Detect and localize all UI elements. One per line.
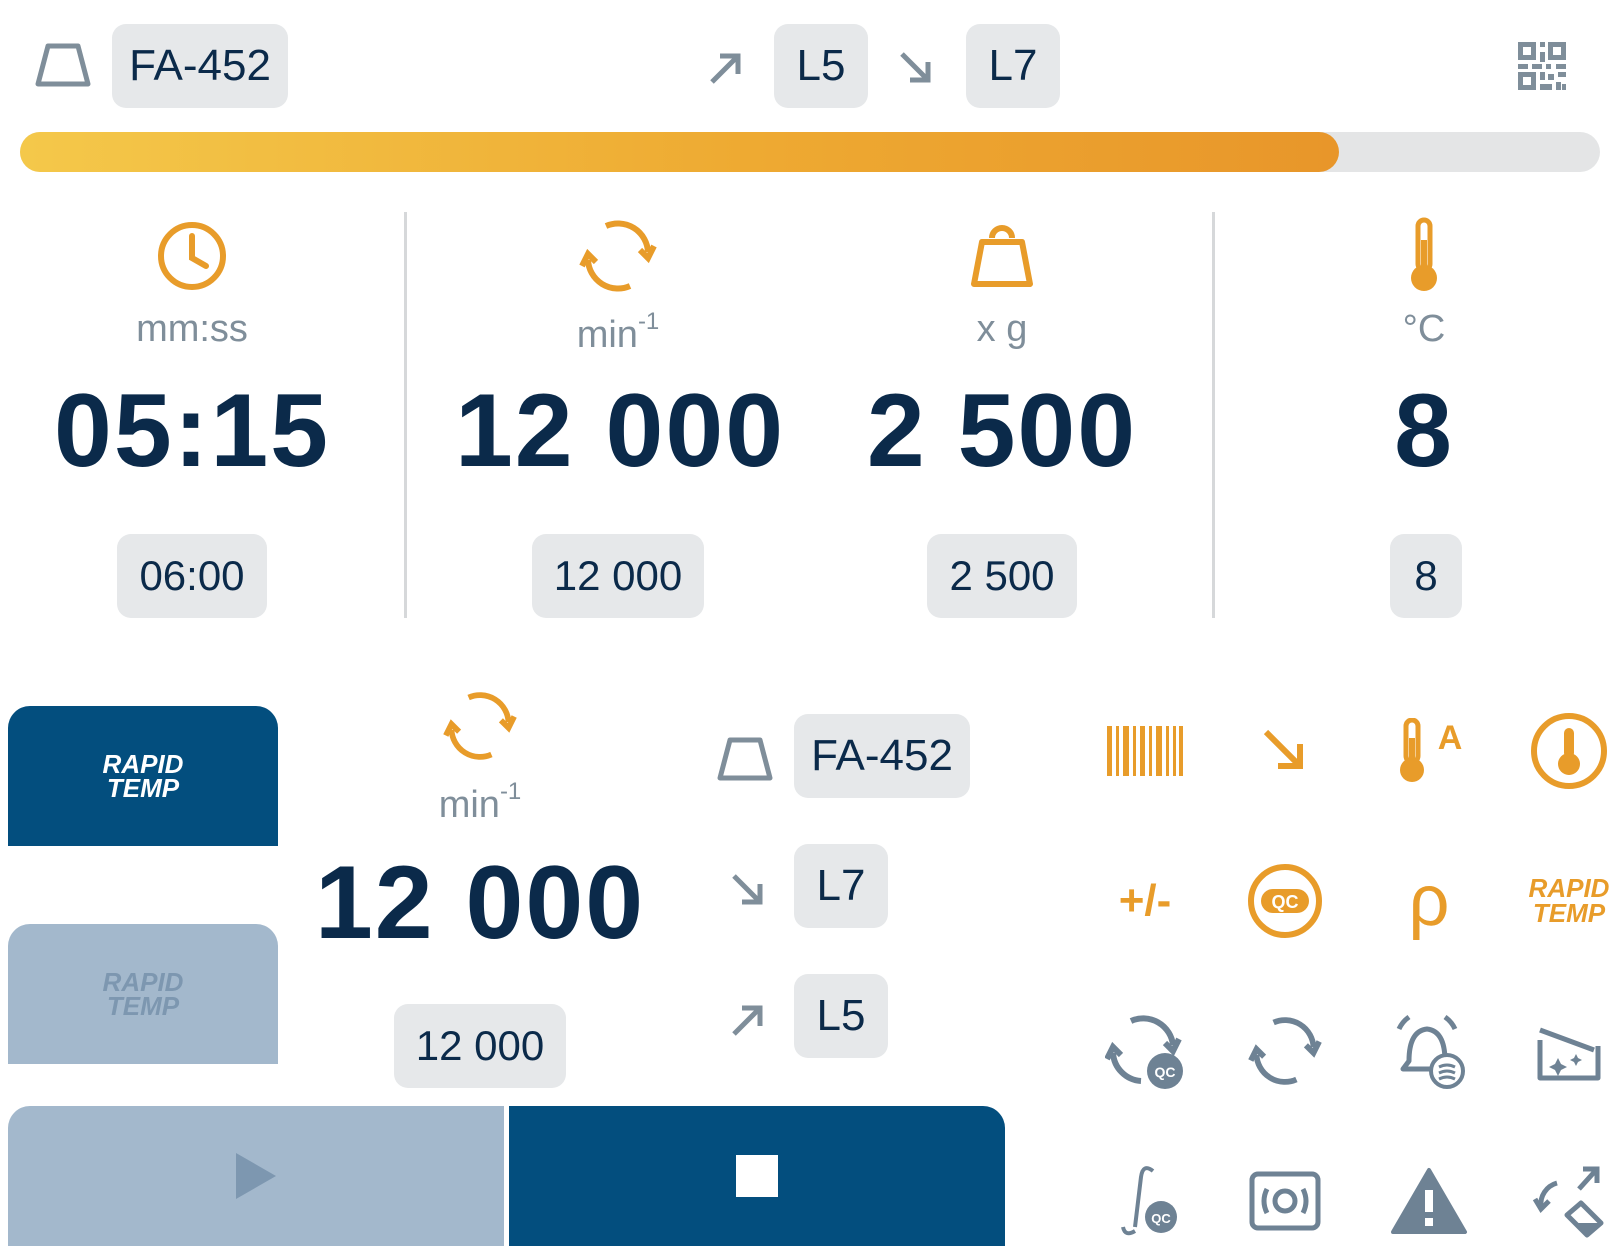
- rotation-qc-text: QC: [1155, 1064, 1176, 1080]
- lower-speed-unit: min-1: [438, 778, 522, 826]
- rapid-temp-icon[interactable]: RAPID TEMP: [1524, 856, 1614, 946]
- density-label: ρ: [1408, 861, 1450, 941]
- lower-speed-setpoint-chip[interactable]: 12 000: [394, 1004, 566, 1088]
- weight-icon: [966, 220, 1038, 292]
- run-progress-fill: [20, 132, 1340, 172]
- barcode-icon[interactable]: [1100, 706, 1190, 796]
- rotor-icon: [716, 734, 774, 784]
- play-icon: [236, 1153, 276, 1199]
- lower-rotor-id-chip[interactable]: FA-452: [794, 714, 970, 798]
- decel-ramp-icon[interactable]: [1240, 706, 1330, 796]
- tolerance-icon[interactable]: +/-: [1100, 856, 1190, 946]
- temp-unit: °C: [1402, 308, 1446, 350]
- time-unit: mm:ss: [136, 308, 248, 350]
- rapid-temp-label-2: TEMP: [106, 773, 180, 803]
- time-actual: 05:15: [54, 373, 330, 489]
- temp-circle-icon[interactable]: [1524, 706, 1614, 796]
- accel-arrow-icon: [728, 1000, 768, 1040]
- thermometer-icon: [1404, 216, 1444, 296]
- time-setpoint-chip[interactable]: 06:00: [117, 534, 267, 618]
- param-divider: [1212, 212, 1215, 618]
- rcf-actual: 2 500: [866, 373, 1138, 489]
- temp-actual: 8: [1394, 373, 1454, 489]
- rapid-temp-button-active[interactable]: RAPID TEMP: [8, 706, 278, 846]
- stop-icon: [736, 1155, 778, 1197]
- rcf-setpoint-chip[interactable]: 2 500: [927, 534, 1077, 618]
- temp-auto-letter: A: [1437, 718, 1463, 757]
- stop-button[interactable]: [509, 1106, 1005, 1246]
- warning-icon[interactable]: [1384, 1156, 1474, 1246]
- rotor-icon: [34, 40, 92, 90]
- rotation-gray-icon[interactable]: [1240, 1006, 1330, 1096]
- cleaning-icon[interactable]: [1524, 1006, 1614, 1096]
- rotation-icon: [578, 216, 658, 296]
- rotation-qc-icon[interactable]: QC: [1100, 1006, 1190, 1096]
- rotor-id-chip[interactable]: FA-452: [112, 24, 288, 108]
- rapid-temp-icon-line2: TEMP: [1532, 898, 1606, 928]
- imbalance-icon[interactable]: [1240, 1156, 1330, 1246]
- tolerance-label: +/-: [1118, 876, 1172, 925]
- lower-speed-actual: 12 000: [314, 845, 646, 961]
- speed-setpoint-chip[interactable]: 12 000: [532, 534, 704, 618]
- rapid-temp-label-2: TEMP: [106, 991, 180, 1021]
- speed-unit: min-1: [576, 308, 660, 356]
- accel-level-chip[interactable]: L5: [774, 24, 868, 108]
- qr-code-icon[interactable]: [1516, 40, 1568, 92]
- param-divider: [404, 212, 407, 618]
- clock-icon: [156, 220, 228, 292]
- rotate-tilt-icon[interactable]: [1524, 1156, 1614, 1246]
- qc-icon-text: QC: [1272, 892, 1299, 912]
- rotation-icon: [442, 688, 518, 764]
- density-icon[interactable]: ρ: [1384, 856, 1474, 946]
- decel-arrow-icon: [896, 48, 936, 88]
- decel-level-chip[interactable]: L7: [966, 24, 1060, 108]
- integral-qc-text: QC: [1151, 1211, 1171, 1226]
- accel-arrow-icon: [706, 48, 746, 88]
- temp-auto-icon[interactable]: A: [1384, 706, 1474, 796]
- qc-icon[interactable]: QC: [1240, 856, 1330, 946]
- run-progress-bar: [20, 132, 1600, 172]
- alarm-bell-icon[interactable]: [1384, 1006, 1474, 1096]
- integral-qc-icon[interactable]: QC: [1100, 1156, 1190, 1246]
- start-button[interactable]: [8, 1106, 504, 1246]
- speed-actual: 12 000: [454, 373, 786, 489]
- decel-arrow-icon: [728, 870, 768, 910]
- lower-accel-level-chip[interactable]: L5: [794, 974, 888, 1058]
- temp-setpoint-chip[interactable]: 8: [1390, 534, 1462, 618]
- rcf-unit: x g: [976, 308, 1028, 350]
- rapid-temp-button-inactive[interactable]: RAPID TEMP: [8, 924, 278, 1064]
- lower-decel-level-chip[interactable]: L7: [794, 844, 888, 928]
